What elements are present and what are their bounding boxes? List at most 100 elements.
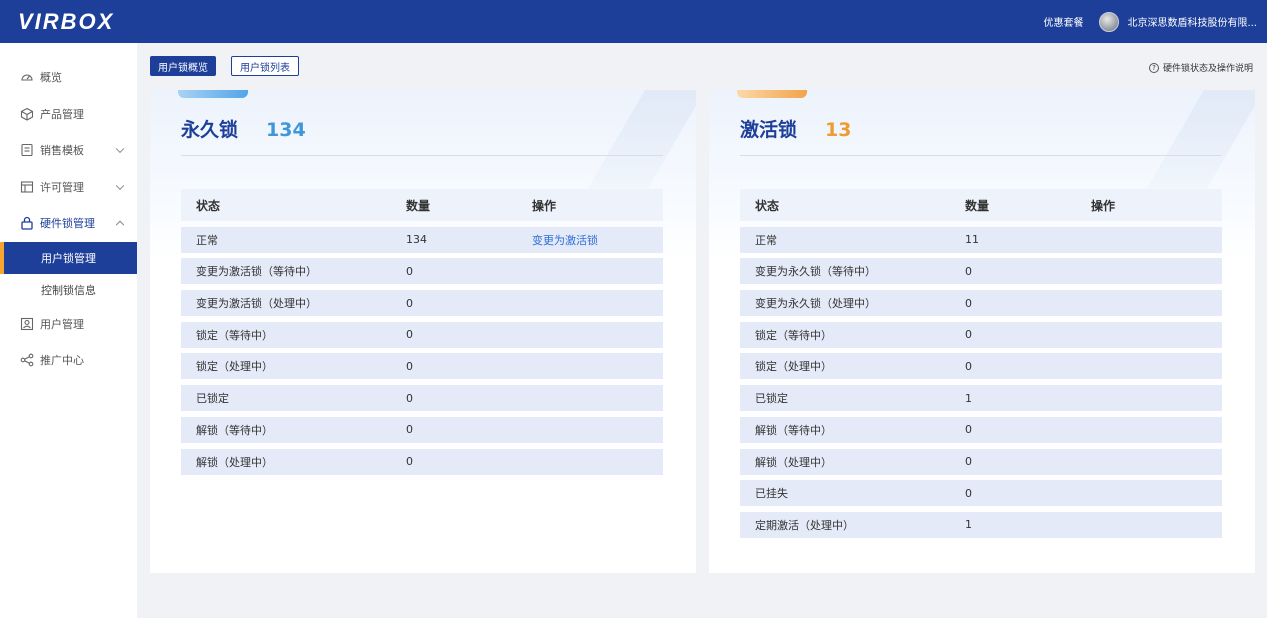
row-qty: 0 (406, 423, 413, 437)
chevron-down-icon (115, 181, 125, 190)
row-status: 解锁（等待中） (196, 423, 273, 437)
top-bar: VIRBOX 优惠套餐 北京深思数盾科技股份有限... (0, 0, 1267, 43)
table-row: 解锁（处理中） 0 (181, 448, 663, 475)
table-row: 解锁（等待中） 0 (740, 416, 1222, 443)
row-status: 已锁定 (755, 392, 788, 406)
card-title-text: 永久锁 (181, 119, 239, 141)
table-row: 解锁（等待中） 0 (181, 416, 663, 443)
row-status: 锁定（处理中） (755, 360, 832, 374)
sidebar-item-promotion[interactable]: 推广中心 (0, 342, 137, 379)
row-qty: 0 (965, 423, 972, 437)
row-status: 解锁（等待中） (755, 423, 832, 437)
card-tag (178, 90, 248, 98)
sidebar-item-label: 概览 (40, 71, 62, 85)
tab-user-lock-list[interactable]: 用户锁列表 (231, 56, 299, 76)
permanent-lock-card: 永久锁 134 状态 数量 操作 正常 134 变更为激活锁 变更为激活锁（等待… (150, 90, 696, 573)
sidebar-item-label: 推广中心 (40, 354, 84, 368)
table-row: 已锁定 1 (740, 385, 1222, 412)
row-status: 变更为永久锁（等待中） (755, 265, 876, 279)
row-qty: 0 (965, 328, 972, 342)
table-row: 变更为激活锁（处理中） 0 (181, 290, 663, 317)
chevron-up-icon (115, 220, 125, 230)
user-manage-icon (20, 317, 34, 331)
header-status: 状态 (755, 198, 780, 213)
status-table: 状态 数量 操作 正常 11 变更为永久锁（等待中） 0 变更为永久锁（处理中）… (740, 189, 1222, 538)
help-link-label: 硬件锁状态及操作说明 (1162, 64, 1253, 74)
row-qty: 0 (406, 264, 413, 278)
sidebar-item-products[interactable]: 产品管理 (0, 96, 137, 133)
company-name[interactable]: 北京深思数盾科技股份有限... (1127, 14, 1257, 29)
sidebar-item-label: 用户管理 (40, 317, 84, 331)
sidebar-subitem-user-lock[interactable]: 用户锁管理 (0, 241, 137, 274)
card-count: 134 (266, 119, 306, 141)
card-divider (740, 155, 1222, 156)
sidebar-subitem-control-lock[interactable]: 控制锁信息 (0, 274, 137, 306)
chevron-down-icon (115, 144, 125, 154)
lock-icon (20, 216, 34, 230)
row-qty: 0 (406, 359, 413, 373)
avatar[interactable] (1099, 11, 1120, 32)
tab-user-lock-overview[interactable]: 用户锁概览 (150, 56, 216, 76)
row-status: 正常 (755, 233, 777, 247)
row-status: 已锁定 (196, 392, 229, 406)
cube-icon (20, 107, 34, 121)
template-icon (20, 143, 34, 157)
row-qty: 0 (406, 328, 413, 342)
activation-lock-card: 激活锁 13 状态 数量 操作 正常 11 变更为永久锁（等待中） 0 变更为永… (709, 90, 1255, 573)
header-qty: 数量 (965, 198, 990, 213)
table-row: 定期激活（处理中） 1 (740, 511, 1222, 538)
sidebar-item-label: 销售模板 (40, 144, 84, 158)
row-qty: 0 (406, 391, 413, 405)
header-op: 操作 (1091, 198, 1116, 213)
table-row: 锁定（等待中） 0 (181, 321, 663, 348)
header-op: 操作 (532, 198, 557, 213)
row-qty: 11 (965, 233, 979, 247)
sidebar-item-hardware-lock[interactable]: 硬件锁管理 (0, 205, 137, 242)
row-qty: 0 (965, 486, 972, 500)
table-row: 已锁定 0 (181, 385, 663, 412)
table-row: 已挂失 0 (740, 480, 1222, 507)
row-qty: 134 (406, 233, 427, 247)
row-status: 变更为激活锁（等待中） (196, 265, 317, 279)
share-icon (20, 353, 34, 367)
row-status: 已挂失 (755, 487, 788, 501)
header-status: 状态 (196, 198, 221, 213)
row-qty: 0 (965, 455, 972, 468)
row-qty: 1 (965, 391, 972, 405)
card-title: 永久锁 134 (181, 115, 306, 142)
table-row: 锁定（等待中） 0 (740, 321, 1222, 348)
help-link[interactable]: ? 硬件锁状态及操作说明 (1148, 61, 1253, 74)
card-title-text: 激活锁 (740, 119, 798, 141)
top-bar-right: 优惠套餐 北京深思数盾科技股份有限... (1043, 0, 1257, 43)
sidebar-item-user-management[interactable]: 用户管理 (0, 306, 137, 343)
sidebar-item-license[interactable]: 许可管理 (0, 169, 137, 206)
table-row: 正常 11 (740, 226, 1222, 253)
row-qty: 0 (965, 359, 972, 373)
virbox-logo[interactable]: VIRBOX (18, 9, 114, 35)
table-header: 状态 数量 操作 (740, 189, 1222, 221)
card-count: 13 (825, 119, 852, 141)
row-qty: 1 (965, 518, 972, 532)
sidebar-item-sales-template[interactable]: 销售模板 (0, 132, 137, 169)
row-status: 解锁（处理中） (755, 455, 832, 469)
card-divider (181, 155, 663, 156)
dashboard-icon (20, 70, 34, 84)
card-title: 激活锁 13 (740, 115, 851, 142)
table-row: 变更为永久锁（处理中） 0 (740, 290, 1222, 317)
sidebar-item-label: 硬件锁管理 (40, 217, 95, 231)
row-status: 变更为激活锁（处理中） (196, 297, 317, 311)
row-status: 锁定（等待中） (755, 328, 832, 342)
sidebar-item-overview[interactable]: 概览 (0, 59, 137, 96)
card-tag (737, 90, 807, 98)
change-to-activation-link[interactable]: 变更为激活锁 (532, 234, 598, 247)
status-table: 状态 数量 操作 正常 134 变更为激活锁 变更为激活锁（等待中） 0 变更为… (181, 189, 663, 475)
table-row: 变更为激活锁（等待中） 0 (181, 258, 663, 285)
promo-link[interactable]: 优惠套餐 (1043, 14, 1083, 29)
row-qty: 0 (965, 296, 972, 310)
table-row: 变更为永久锁（等待中） 0 (740, 258, 1222, 285)
row-status: 变更为永久锁（处理中） (755, 297, 876, 311)
row-qty: 0 (406, 296, 413, 310)
row-qty: 0 (406, 455, 413, 468)
table-row: 正常 134 变更为激活锁 (181, 226, 663, 253)
